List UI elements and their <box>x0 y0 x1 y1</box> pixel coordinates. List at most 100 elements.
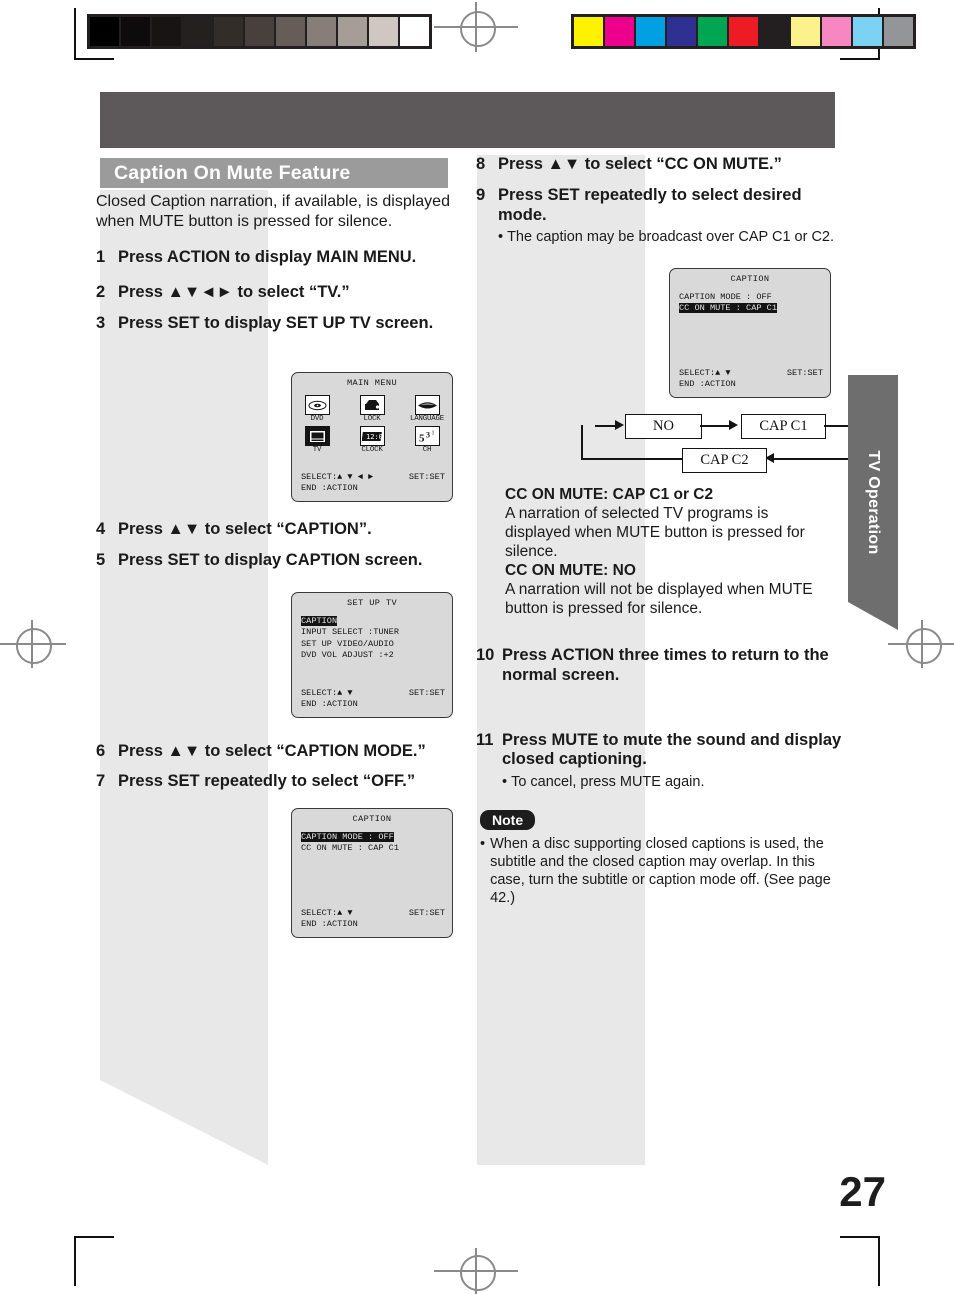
crop-mark-bottom-left-v <box>74 1236 76 1286</box>
language-icon <box>414 395 440 415</box>
step-6-number: 6 <box>96 741 106 760</box>
section-title-bar: Caption On Mute Feature <box>100 158 448 188</box>
osd-menu-label-language: LANGUAGE <box>410 415 444 423</box>
osd-caption-right-end: END :ACTION <box>679 379 736 390</box>
color-swatch-4 <box>698 17 729 46</box>
note-text-row: • When a disc supporting closed captions… <box>480 836 840 908</box>
osd-caption-right-title: CAPTION <box>730 274 770 284</box>
grayscale-swatch-3 <box>183 17 214 46</box>
osd-caption-left-set: SET:SET <box>408 907 445 918</box>
step-8: 8 Press ▲▼ to select “CC ON MUTE.” <box>476 155 848 175</box>
osd-caption-left-footer: SET:SET SELECT:▲ ▼ END :ACTION <box>301 908 445 931</box>
flow-box-cap-c2-label: CAP C2 <box>700 452 749 468</box>
color-swatch-8 <box>822 17 853 46</box>
osd-row[interactable]: CC ON MUTE : CAP C1 <box>679 303 830 314</box>
osd-row[interactable]: INPUT SELECT :TUNER <box>301 627 452 638</box>
registration-mark-bottom <box>460 1255 496 1291</box>
osd-menu-item-dvd[interactable]: DVD <box>297 395 337 423</box>
osd-caption-left-rows: CAPTION MODE : OFF CC ON MUTE : CAP C1 <box>301 832 452 855</box>
registration-line-right-v <box>921 620 923 668</box>
registration-line-left-v <box>31 620 33 668</box>
explanation-body-1: A narration of selected TV programs is d… <box>505 505 805 561</box>
osd-main-menu: MAIN MENU DVD LOCK LANGUAGE TV 12:0 CLOC… <box>291 372 453 502</box>
color-swatch-10 <box>884 17 913 46</box>
osd-row-text: CAPTION MODE : OFF <box>679 292 772 302</box>
osd-row[interactable]: CC ON MUTE : CAP C1 <box>301 843 452 854</box>
step-3: 3 Press SET to display SET UP TV screen. <box>96 314 464 334</box>
osd-row[interactable]: CAPTION MODE : OFF <box>679 292 830 303</box>
step-11-bullet: • To cancel, press MUTE again. <box>502 774 848 792</box>
side-tab-notch <box>848 602 898 630</box>
note-block: Note • When a disc supporting closed cap… <box>480 810 840 908</box>
osd-menu-item-clock[interactable]: 12:00 CLOCK <box>352 426 392 454</box>
cc-on-mute-explanation: CC ON MUTE: CAP C1 or C2 A narration of … <box>505 485 835 618</box>
step-7: 7 Press SET repeatedly to select “OFF.” <box>96 772 464 792</box>
osd-caption-right: CAPTION CAPTION MODE : OFF CC ON MUTE : … <box>669 268 831 398</box>
right-column: 8 Press ▲▼ to select “CC ON MUTE.” 9 Pre… <box>476 155 848 255</box>
grayscale-swatch-8 <box>338 17 369 46</box>
section-intro: Closed Caption narration, if available, … <box>96 193 450 230</box>
osd-menu-item-tv[interactable]: TV <box>297 426 337 454</box>
step-2-text: Press ▲▼◄► to select “TV.” <box>118 283 350 302</box>
crop-mark-bottom-left-h <box>74 1236 114 1238</box>
color-swatch-1 <box>605 17 636 46</box>
osd-setup-tv: SET UP TV CAPTION INPUT SELECT :TUNER SE… <box>291 592 453 718</box>
step-11-bullet-text: To cancel, press MUTE again. <box>511 774 705 791</box>
grayscale-swatch-2 <box>152 17 183 46</box>
osd-row[interactable]: CAPTION <box>301 616 452 627</box>
crop-mark-bottom-right-v <box>878 1236 880 1286</box>
osd-row[interactable]: DVD VOL ADJUST :+2 <box>301 650 452 661</box>
osd-menu-label-lock: LOCK <box>363 415 381 423</box>
step-5-text: Press SET to display CAPTION screen. <box>118 550 423 569</box>
osd-caption-left-wrap: CAPTION CAPTION MODE : OFF CC ON MUTE : … <box>291 808 453 938</box>
osd-setup-tv-set: SET:SET <box>408 687 445 698</box>
svg-text:1: 1 <box>431 430 434 436</box>
osd-row[interactable]: CAPTION MODE : OFF <box>301 832 452 843</box>
flow-box-cap-c2: CAP C2 <box>682 448 767 473</box>
step-6-text: Press ▲▼ to select “CAPTION MODE.” <box>118 741 426 760</box>
step-6: 6 Press ▲▼ to select “CAPTION MODE.” <box>96 742 464 762</box>
grayscale-swatch-4 <box>214 17 245 46</box>
step-4-text: Press ▲▼ to select “CAPTION”. <box>118 520 372 539</box>
osd-caption-right-set: SET:SET <box>786 367 823 378</box>
grayscale-calibration-bar <box>87 14 432 49</box>
step-2: 2 Press ▲▼◄► to select “TV.” <box>96 283 464 303</box>
osd-menu-item-ch[interactable]: 531 CH <box>407 426 447 454</box>
crop-mark-bottom-right-h <box>840 1236 880 1238</box>
bullet-marker: • <box>502 774 508 791</box>
osd-row-text: CAPTION MODE : OFF <box>301 832 394 842</box>
color-swatch-6 <box>760 17 791 46</box>
color-calibration-bar <box>571 14 916 49</box>
step-3-number: 3 <box>96 314 106 333</box>
osd-main-menu-row-2: TV 12:00 CLOCK 531 CH <box>297 426 447 454</box>
osd-menu-item-language[interactable]: LANGUAGE <box>407 395 447 423</box>
grayscale-swatch-7 <box>307 17 338 46</box>
osd-setup-tv-title: SET UP TV <box>346 598 397 608</box>
tv-icon <box>304 426 330 447</box>
osd-row[interactable]: SET UP VIDEO/AUDIO <box>301 639 452 650</box>
step-7-number: 7 <box>96 772 106 791</box>
color-swatch-2 <box>636 17 667 46</box>
step-11-number: 11 <box>476 730 494 749</box>
color-swatch-3 <box>667 17 698 46</box>
osd-caption-right-rows: CAPTION MODE : OFF CC ON MUTE : CAP C1 <box>679 292 830 315</box>
flow-box-cap-c1-label: CAP C1 <box>759 418 808 434</box>
step-7-text: Press SET repeatedly to select “OFF.” <box>118 772 416 791</box>
flow-arrow-into-cap-c1 <box>729 420 738 430</box>
side-tab-tv-operation: TV Operation <box>848 375 898 630</box>
step-11-text: Press MUTE to mute the sound and display… <box>502 730 842 769</box>
color-swatch-5 <box>729 17 760 46</box>
grayscale-swatch-6 <box>276 17 307 46</box>
step-11: 11 Press MUTE to mute the sound and disp… <box>476 731 848 771</box>
osd-main-menu-title: MAIN MENU <box>346 378 397 388</box>
osd-caption-right-wrap: CAPTION CAPTION MODE : OFF CC ON MUTE : … <box>669 268 831 398</box>
crop-mark-top-left-v <box>74 8 76 60</box>
osd-caption-right-footer: SET:SET SELECT:▲ ▼ END :ACTION <box>679 368 823 391</box>
osd-setup-tv-wrap: SET UP TV CAPTION INPUT SELECT :TUNER SE… <box>291 592 453 718</box>
manual-page: Caption On Mute Feature Closed Caption n… <box>0 0 954 1294</box>
registration-line-bottom-v <box>475 1248 477 1294</box>
osd-row-text: CC ON MUTE : CAP C1 <box>301 843 399 854</box>
flow-box-cap-c1: CAP C1 <box>741 414 826 439</box>
osd-main-menu-row-1: DVD LOCK LANGUAGE <box>297 395 447 423</box>
osd-menu-item-lock[interactable]: LOCK <box>352 395 392 423</box>
